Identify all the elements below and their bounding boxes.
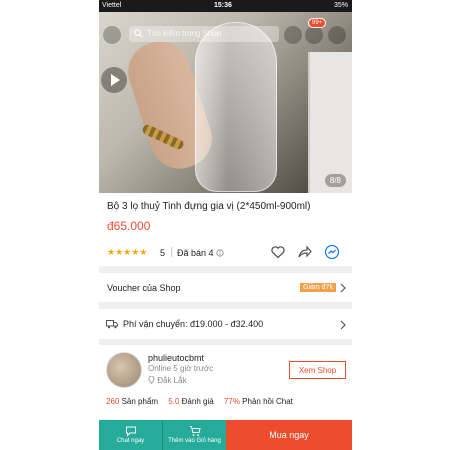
status-bar: Viettel 15:36 35% [99,0,352,12]
sold-count: Đã bán 4 [177,248,214,258]
voucher-tag: Giảm đ7k [300,283,336,292]
shop-online-status: Online 5 giờ trước [148,364,214,373]
cart-count-badge: 99+ [308,18,327,28]
search-placeholder: Tìm kiếm trong Shop [147,29,222,38]
stat-value: 260 [106,397,120,406]
back-button[interactable] [103,26,121,44]
view-shop-button[interactable]: Xem Shop [289,361,346,379]
shop-location-label: Đắk Lắk [157,376,187,385]
location-pin-icon [148,375,155,385]
stat-label: Sản phẩm [121,397,159,406]
info-icon[interactable] [216,249,224,257]
chevron-right-icon [340,320,346,330]
voucher-label: Voucher của Shop [107,283,181,293]
shop-avatar[interactable] [106,352,142,388]
shop-info: phulieutocbmt Online 5 giờ trước Đắk Lắk… [99,345,352,420]
photo-glass-jar [195,22,277,192]
battery-level: 35% [333,2,348,9]
shop-name[interactable]: phulieutocbmt [148,353,204,363]
stat-label: Đánh giá [181,397,214,406]
share-button[interactable] [284,26,302,44]
stat-value: 77% [223,397,240,406]
stat-label: Phản hồi Chat [242,397,293,406]
chat-now-button[interactable]: Chat ngay [99,420,162,450]
product-price: đ65.000 [107,219,151,233]
shipping-fee-label: Phí vận chuyển: đ19.000 - đ32.400 [123,319,264,329]
chat-icon [125,426,136,437]
product-title: Bộ 3 lọ thuỷ Tinh đựng gia vị (2*450ml-9… [107,201,311,212]
buy-now-button[interactable]: Mua ngay [226,420,352,450]
messenger-icon[interactable] [324,244,340,260]
play-video-button[interactable] [101,67,127,93]
clock: 15:36 [214,2,232,9]
stat-value: 5.0 [168,397,180,406]
shop-stats: 260 Sản phẩm 5.0 Đánh giá 77% Phản hồi C… [106,397,301,406]
search-icon [134,29,143,38]
share-icon[interactable] [297,244,313,260]
photo-cabinet [308,52,352,193]
chat-now-label: Chat ngay [116,438,145,444]
bottom-action-bar: Chat ngay Thêm vào Giỏ hàng Mua ngay [99,420,352,450]
cart-button[interactable] [305,26,323,44]
product-summary: Bộ 3 lọ thuỷ Tinh đựng gia vị (2*450ml-9… [99,193,352,266]
add-cart-icon [189,426,201,436]
heart-icon[interactable] [270,244,286,260]
truck-icon [106,320,118,329]
shipping-fee-row[interactable]: Phí vận chuyển: đ19.000 - đ32.400 [99,309,352,339]
chevron-right-icon [340,283,346,293]
shop-search-input[interactable]: Tìm kiếm trong Shop [129,26,279,42]
shop-voucher-row[interactable]: Voucher của Shop Giảm đ7k [99,273,352,302]
image-pager: 8/8 [324,174,346,187]
more-button[interactable] [328,26,346,44]
rating-value: 5 [160,248,166,258]
divider [171,247,172,257]
product-screen: Viettel 15:36 35% Tìm kiếm trong Shop 99… [99,0,352,450]
play-icon [111,74,120,86]
add-to-cart-button[interactable]: Thêm vào Giỏ hàng [162,420,226,450]
add-to-cart-label: Thêm vào Giỏ hàng [168,438,221,444]
shop-location: Đắk Lắk [148,375,187,385]
carrier-label: Viettel [102,2,122,9]
rating-stars: ★★★★★ [107,247,148,257]
product-media[interactable]: Tìm kiếm trong Shop 99+ 8/8 [99,12,352,193]
